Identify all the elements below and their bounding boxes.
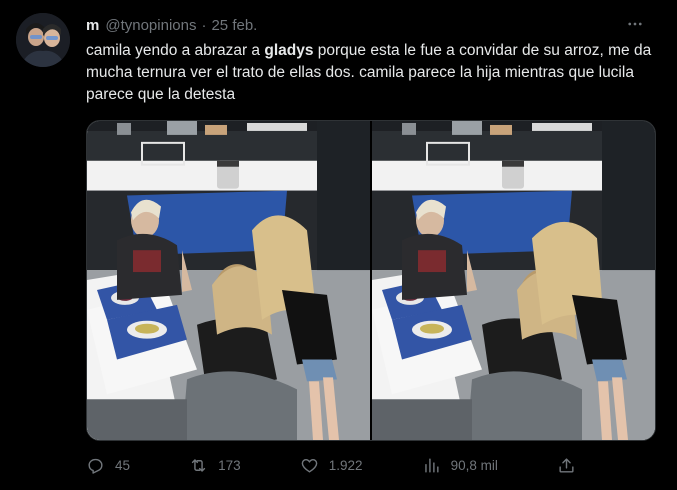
tweet-card[interactable]: m @tynopinions · 25 feb. camila yendo a … — [0, 0, 677, 490]
separator-dot: · — [201, 16, 207, 34]
reply-count: 45 — [115, 457, 131, 473]
user-handle[interactable]: @tynopinions — [105, 17, 196, 34]
retweet-count: 173 — [218, 457, 241, 473]
like-count: 1.922 — [328, 457, 363, 473]
more-options-button[interactable] — [623, 12, 647, 36]
reply-button[interactable]: 45 — [86, 456, 130, 475]
media-grid — [86, 120, 656, 441]
share-button[interactable] — [557, 456, 576, 475]
action-bar: 45 173 1.922 90,8 mil — [86, 453, 576, 477]
tweet-text-bold: gladys — [264, 42, 314, 59]
more-icon — [628, 22, 642, 26]
views-button[interactable]: 90,8 mil — [422, 456, 498, 475]
tweet-text-part: camila yendo a abrazar a — [86, 42, 265, 59]
tweet-header: m @tynopinions · 25 feb. — [86, 15, 257, 35]
avatar[interactable] — [16, 13, 70, 67]
tweet-text: camila yendo a abrazar a gladys porque e… — [86, 40, 666, 106]
retweet-icon — [191, 458, 206, 472]
like-button[interactable]: 1.922 — [300, 456, 363, 475]
views-count: 90,8 mil — [450, 457, 498, 473]
photo-1[interactable] — [87, 121, 370, 440]
views-icon — [424, 457, 439, 473]
display-name[interactable]: m — [86, 17, 99, 34]
retweet-button[interactable]: 173 — [189, 456, 241, 475]
heart-icon — [301, 458, 318, 473]
reply-icon — [88, 458, 103, 474]
photo-2[interactable] — [372, 121, 655, 440]
tweet-date[interactable]: 25 feb. — [211, 17, 257, 34]
share-icon — [559, 457, 574, 473]
